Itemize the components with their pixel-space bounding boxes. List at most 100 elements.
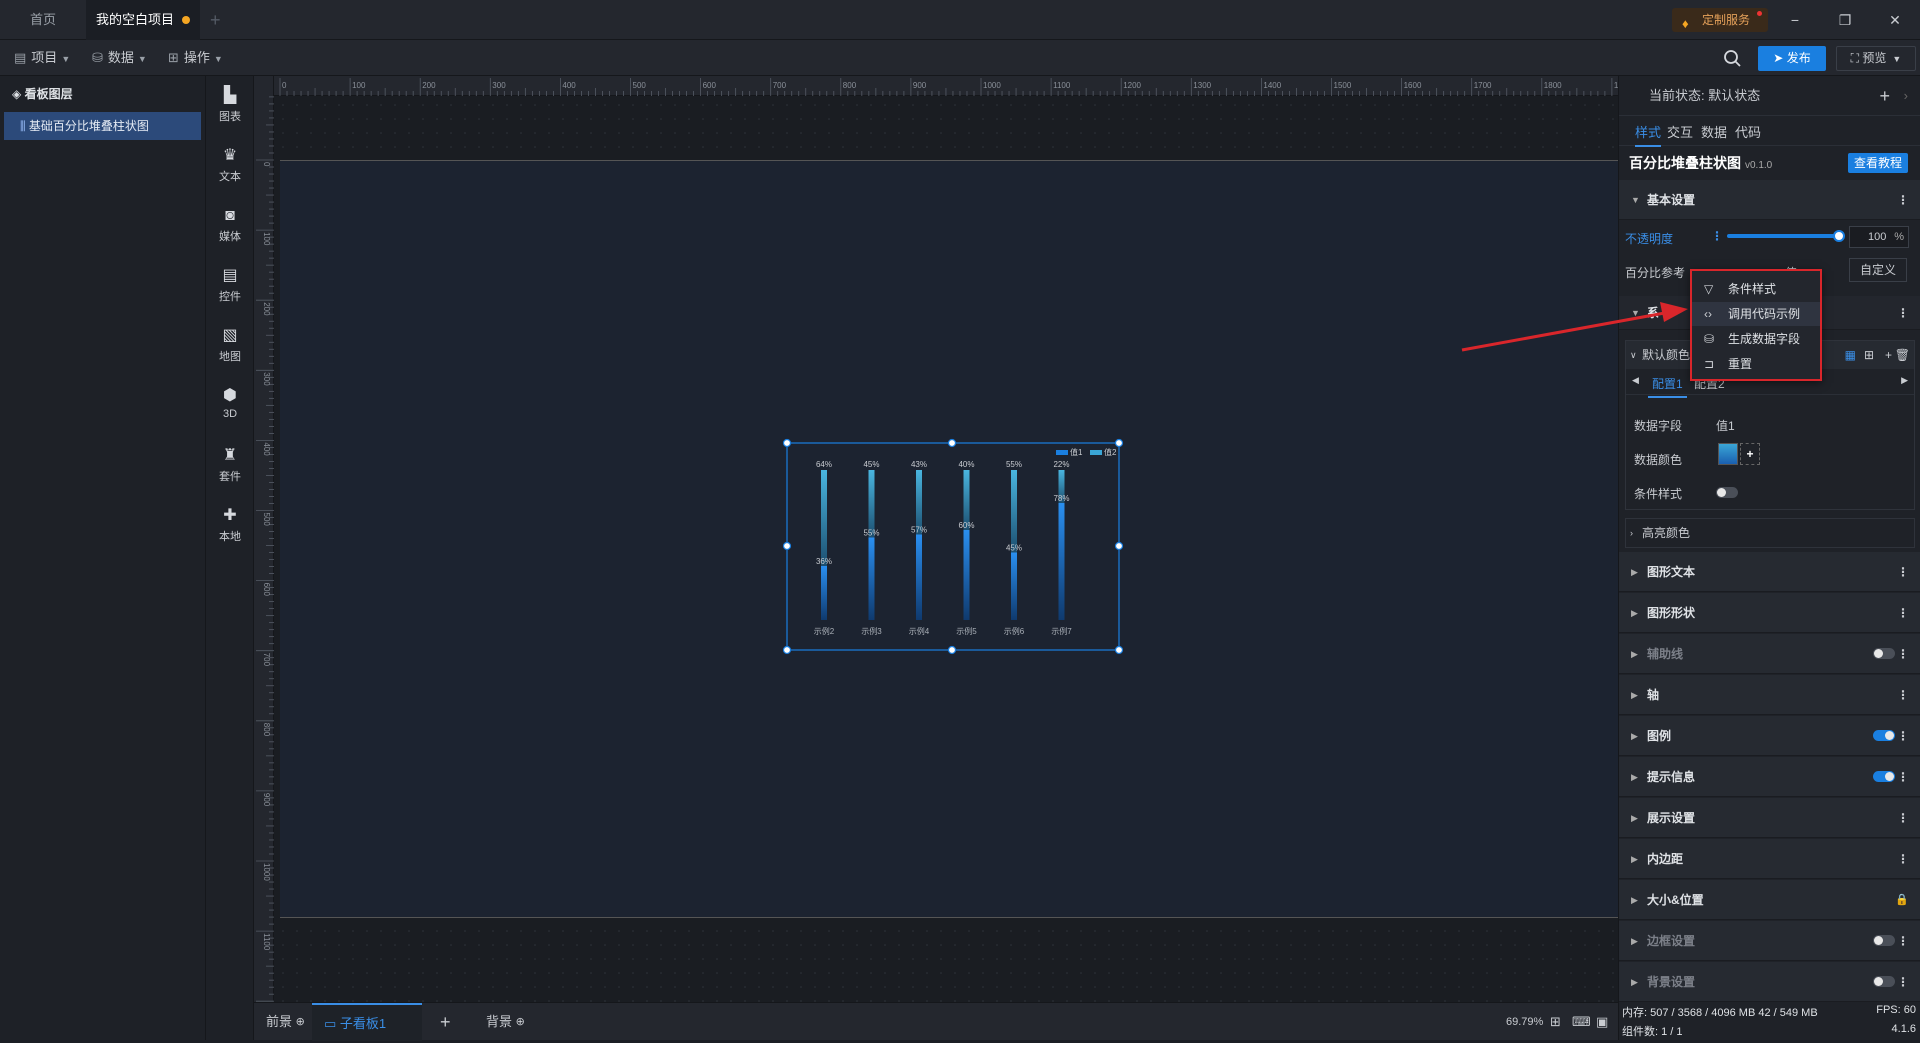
resize-handle[interactable] [1114,645,1124,655]
resize-handle[interactable] [1114,541,1124,551]
view-tutorial-button[interactable]: 查看教程 [1847,153,1908,173]
caret-right-icon[interactable]: ▶ [1901,375,1908,386]
tab-style[interactable]: 样式 [1635,122,1662,147]
opacity-menu-icon[interactable]: ⋮ [1711,229,1723,243]
section-toggle[interactable] [1873,976,1895,987]
kebab-icon[interactable]: ⋮ [1897,552,1909,592]
tab-interaction[interactable]: 交互 [1667,122,1693,141]
tool-text[interactable]: ♛ 文本 [206,146,254,196]
condition-style-toggle[interactable] [1716,487,1738,498]
kebab-icon[interactable]: ⋮ [1897,716,1909,756]
kebab-icon[interactable]: ⋮ [1897,593,1909,633]
kebab-icon[interactable]: ⋮ [1897,839,1909,879]
section-toggle[interactable] [1873,730,1895,741]
data-field-value[interactable]: 值1 [1716,417,1735,434]
highlight-color-row[interactable]: › 高亮颜色 [1625,518,1915,548]
resize-handle[interactable] [782,438,792,448]
tab-data[interactable]: 数据 [1701,122,1727,141]
tab-foreground[interactable]: 前景 ⊕ [266,1003,305,1041]
section-1[interactable]: ▶ 图形形状 ⋮ [1619,593,1920,633]
trash-icon[interactable]: 🗑 [1895,341,1910,369]
tab-code[interactable]: 代码 [1735,122,1761,141]
section-5[interactable]: ▶ 提示信息 ⋮ [1619,757,1920,797]
ctx-reset[interactable]: ⊐ 重置 [1692,352,1820,376]
resize-handle[interactable] [947,438,957,448]
bar-series1[interactable] [868,537,875,621]
section-4[interactable]: ▶ 图例 ⋮ [1619,716,1920,756]
fit-screen-icon[interactable]: ⊞ [1550,1003,1561,1041]
canvas-area[interactable]: 0 100 200 300 400 500 600 700 800 900 1000 1100 1200… [254,76,1618,1002]
preview-button[interactable]: ⛶ 预览 ▼ [1836,46,1916,71]
bar-series1[interactable] [821,566,827,620]
data-color-swatch[interactable] [1718,443,1738,465]
bar-series1[interactable] [1011,552,1017,621]
menu-project[interactable]: ▤ 项目 ▼ [14,40,70,76]
kebab-icon[interactable]: ⋮ [1897,675,1909,715]
kebab-icon[interactable]: ⋮ [1897,921,1909,961]
menu-operation[interactable]: ⊞ 操作 ▼ [168,40,223,76]
bar-series1[interactable] [1058,503,1065,620]
resize-handle[interactable] [782,541,792,551]
opacity-slider-handle[interactable] [1833,230,1845,242]
tab-project[interactable]: 我的空白项目 [86,0,200,40]
section-0[interactable]: ▶ 图形文本 ⋮ [1619,552,1920,592]
section-toggle[interactable] [1873,771,1895,782]
section-9[interactable]: ▶ 边框设置 ⋮ [1619,921,1920,961]
opacity-input[interactable]: 100% [1849,226,1909,248]
resize-handle[interactable] [782,645,792,655]
bar-series2[interactable] [1011,470,1017,553]
publish-button[interactable]: ➤ 发布 [1758,46,1826,71]
table-view-icon[interactable]: ▦ [1845,341,1856,369]
kebab-icon[interactable]: ⋮ [1897,634,1909,674]
zoom-level[interactable]: 69.79% [1506,1003,1543,1041]
tool-media[interactable]: ◙ 媒体 [206,206,254,256]
close-button[interactable]: ✕ [1870,0,1920,40]
section-basic-settings[interactable]: ▼ 基本设置 ⋮ [1619,180,1920,220]
add-circle-icon[interactable]: ⊕ [516,1016,525,1028]
kebab-icon[interactable]: ⋮ [1897,296,1909,330]
section-10[interactable]: ▶ 背景设置 ⋮ [1619,962,1920,1002]
tool-control[interactable]: ▤ 控件 [206,266,254,316]
section-toggle[interactable] [1873,935,1895,946]
bar-series1[interactable] [916,534,922,621]
tab-background[interactable]: 背景 ⊕ [486,1003,525,1041]
custom-service-button[interactable]: ♦ 定制服务 [1672,8,1768,32]
add-state-icon[interactable]: + [1879,76,1890,116]
add-color-icon[interactable]: + [1740,443,1760,465]
restore-button[interactable]: ❐ [1820,0,1870,40]
kebab-icon[interactable]: ⋮ [1897,180,1909,220]
section-6[interactable]: ▶ 展示设置 ⋮ [1619,798,1920,838]
ctx-code-example[interactable]: ‹› 调用代码示例 [1692,302,1820,326]
section-3[interactable]: ▶ 轴 ⋮ [1619,675,1920,715]
percent-ref-custom[interactable]: 自定义 [1849,258,1907,282]
add-circle-icon[interactable]: ⊕ [296,1016,305,1028]
section-7[interactable]: ▶ 内边距 ⋮ [1619,839,1920,879]
layer-item[interactable]: ⫼ 基础百分比堆叠柱状图 [4,112,201,140]
section-toggle[interactable] [1873,648,1895,659]
add-icon[interactable]: + [1885,341,1892,369]
tab-sub-board[interactable]: ▭ 子看板1 [312,1003,422,1041]
tool-local[interactable]: ✚ 本地 [206,506,254,556]
kebab-icon[interactable]: ⋮ [1897,757,1909,797]
bar-series2[interactable] [868,470,875,538]
percent-stacked-bar-chart[interactable]: 64% 36% 示例2 45% 55% 示例3 43% 57% 示例4 40% 60% 示例5 55% 4… [782,438,1124,660]
resize-handle[interactable] [1114,438,1124,448]
add-board-icon[interactable]: + [440,1003,451,1041]
tool-kit[interactable]: ♜ 套件 [206,446,254,496]
ctx-condition-style[interactable]: ▽ 条件样式 [1692,277,1820,301]
tool-3d[interactable]: ⬢ 3D [206,386,254,436]
ctx-generate-field[interactable]: ⛁ 生成数据字段 [1692,327,1820,351]
bar-series1[interactable] [963,530,970,620]
grid-view-icon[interactable]: ⊞ [1864,341,1874,369]
tab-home[interactable]: 首页 [0,0,86,40]
config-tab-1[interactable]: 配置1 [1648,375,1687,398]
opacity-slider[interactable] [1727,234,1839,238]
add-tab-icon[interactable]: + [210,0,221,40]
terminal-icon[interactable]: ▣ [1596,1003,1608,1041]
menu-data[interactable]: ⛁ 数据 ▼ [92,40,147,76]
section-8[interactable]: ▶ 大小&位置 🔒 [1619,880,1920,920]
kebab-icon[interactable]: ⋮ [1897,962,1909,1002]
chevron-right-icon[interactable]: › [1904,76,1908,116]
lock-icon[interactable]: 🔒 [1895,880,1909,920]
search-icon[interactable] [1722,48,1744,70]
